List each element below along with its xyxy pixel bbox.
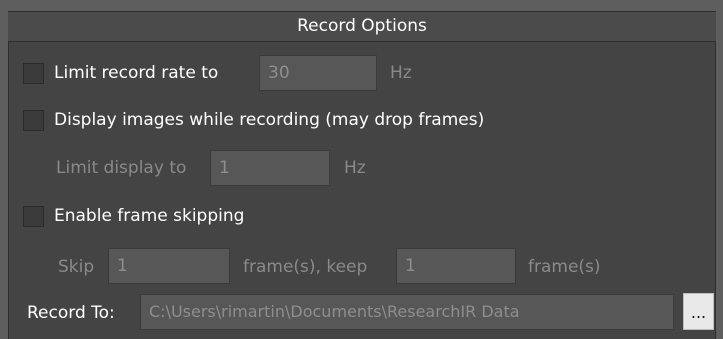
frame-skipping-checkbox[interactable] xyxy=(23,206,44,227)
display-images-label: Display images while recording (may drop… xyxy=(54,110,485,130)
section-header: Record Options xyxy=(8,11,716,42)
record-rate-input[interactable]: 30 xyxy=(259,55,377,91)
limit-rate-checkbox[interactable] xyxy=(23,63,44,84)
keep-frames-input[interactable]: 1 xyxy=(396,248,516,284)
display-rate-input[interactable]: 1 xyxy=(210,150,330,186)
browse-button[interactable]: ... xyxy=(683,293,714,330)
skip-frames-input[interactable]: 1 xyxy=(108,248,230,284)
display-images-checkbox[interactable] xyxy=(23,110,44,131)
limit-rate-label: Limit record rate to xyxy=(54,63,219,83)
frame-skipping-label: Enable frame skipping xyxy=(54,206,245,226)
record-rate-unit: Hz xyxy=(390,63,412,83)
skip-label: Skip xyxy=(58,257,95,277)
record-to-label: Record To: xyxy=(27,303,115,323)
section-title: Record Options xyxy=(297,16,427,36)
record-path-input[interactable]: C:\Users\rimartin\Documents\ResearchIR D… xyxy=(140,294,674,330)
keep-unit-label: frame(s) xyxy=(528,257,601,277)
display-rate-unit: Hz xyxy=(344,158,366,178)
keep-label: frame(s), keep xyxy=(243,257,368,277)
limit-display-label: Limit display to xyxy=(56,158,187,178)
